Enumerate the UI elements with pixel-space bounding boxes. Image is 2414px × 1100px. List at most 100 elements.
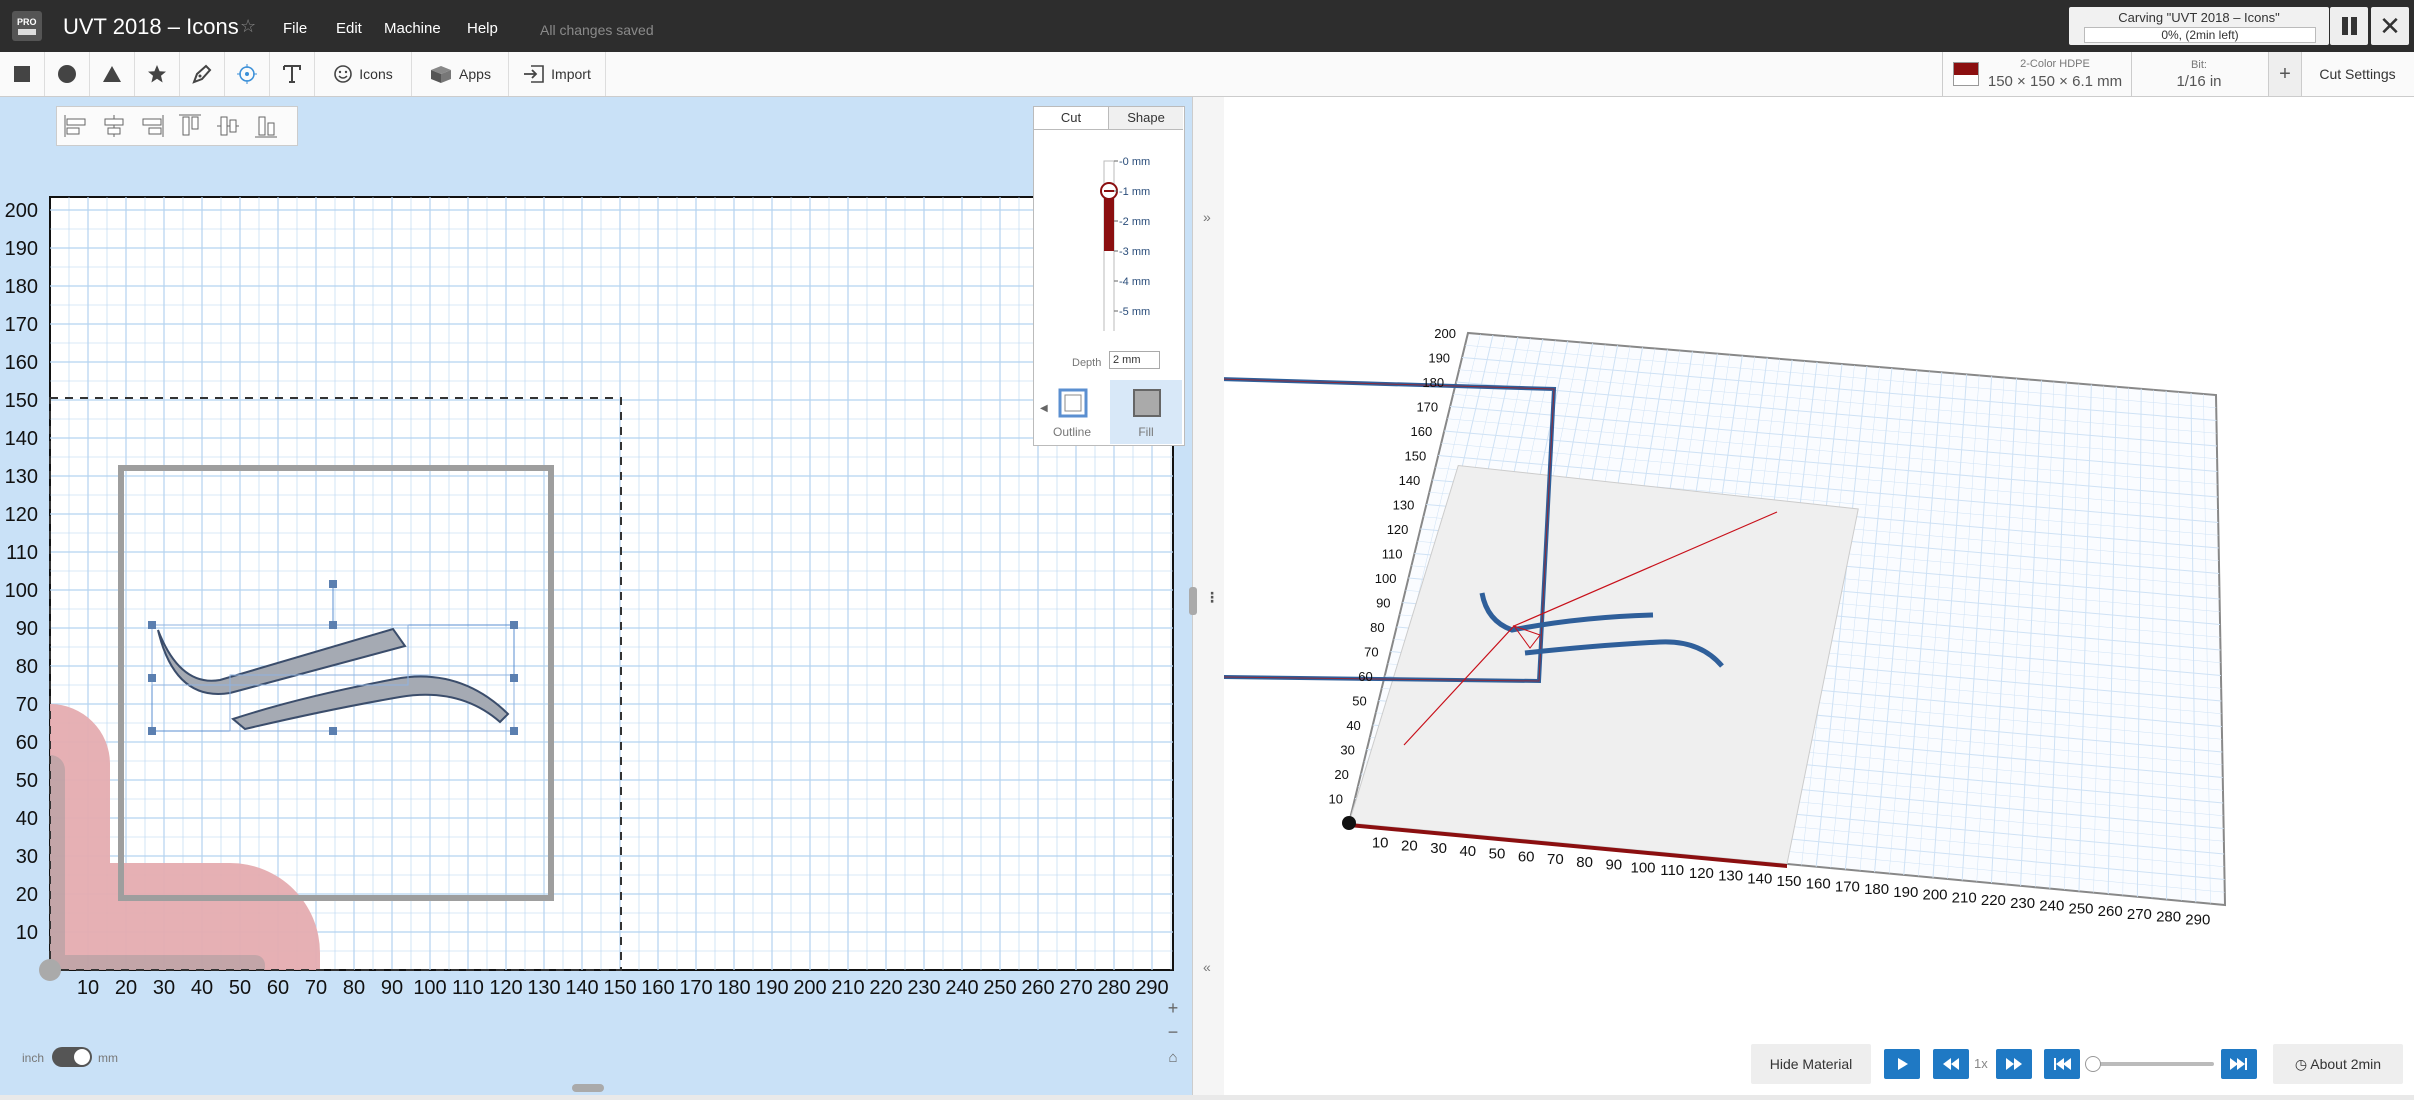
mm-label: mm <box>98 1051 118 1065</box>
skip-start-button[interactable] <box>2044 1049 2080 1079</box>
bit-label: Bit: <box>2131 59 2267 71</box>
canvas-y-tick: 150 <box>5 390 38 412</box>
circle-tool[interactable] <box>45 52 90 96</box>
canvas-x-tick: 150 <box>603 977 636 999</box>
canvas-x-tick: 230 <box>907 977 940 999</box>
menu-machine[interactable]: Machine <box>384 20 441 37</box>
fast-forward-button[interactable] <box>1996 1049 2032 1079</box>
star-tool[interactable] <box>135 52 180 96</box>
canvas-x-tick: 180 <box>717 977 750 999</box>
preview-x-tick: 80 <box>1576 854 1593 871</box>
origin-marker <box>39 959 61 981</box>
depth-input[interactable]: 2 mm <box>1109 351 1160 369</box>
timeline-knob[interactable] <box>2085 1056 2101 1072</box>
skip-start-icon <box>2044 1049 2080 1079</box>
pen-tool[interactable] <box>180 52 225 96</box>
canvas-x-tick: 160 <box>641 977 674 999</box>
cut-panel: Cut Shape -0 mm-1 mm-2 mm-3 mm-4 mm-5 mm… <box>1033 106 1185 446</box>
inch-label: inch <box>22 1051 44 1065</box>
square-tool[interactable] <box>0 52 45 96</box>
canvas-x-tick: 220 <box>869 977 902 999</box>
star-icon[interactable]: ☆ <box>240 16 256 37</box>
play-icon <box>1884 1049 1920 1079</box>
preview-y-tick: 100 <box>1375 571 1397 586</box>
outline-mode-button[interactable]: Outline <box>1036 380 1108 444</box>
horizontal-scrollbar[interactable] <box>572 1084 604 1092</box>
align-center-icon[interactable] <box>99 111 129 141</box>
canvas-y-tick: 40 <box>16 808 38 830</box>
tab-shape[interactable]: Shape <box>1109 107 1183 130</box>
zoom-out-button[interactable]: − <box>1162 1021 1184 1043</box>
fill-mode-button[interactable]: Fill <box>1110 380 1182 444</box>
app-logo[interactable]: PRO <box>12 11 42 41</box>
canvas-y-tick: 190 <box>5 238 38 260</box>
apps-button[interactable]: Apps <box>412 52 509 96</box>
apps-label: Apps <box>459 66 491 82</box>
divider-handle[interactable] <box>1189 587 1197 615</box>
align-bottom-icon[interactable] <box>251 111 281 141</box>
smiley-icon <box>333 64 353 84</box>
fill-icon <box>1132 388 1162 418</box>
fill-label: Fill <box>1110 425 1182 439</box>
expand-left-icon[interactable]: « <box>1203 959 1211 975</box>
preview-x-tick: 290 <box>2185 911 2210 928</box>
align-middle-icon[interactable] <box>213 111 243 141</box>
text-tool[interactable] <box>270 52 315 96</box>
logo-text: PRO <box>17 17 37 27</box>
cut-settings-button[interactable]: Cut Settings <box>2301 52 2414 96</box>
time-estimate-label: About 2min <box>2310 1056 2381 1072</box>
preview-x-tick: 120 <box>1689 865 1714 882</box>
menu-help[interactable]: Help <box>467 20 498 37</box>
depth-slider[interactable]: -0 mm-1 mm-2 mm-3 mm-4 mm-5 mm-6 mm <box>1034 131 1184 331</box>
icons-button[interactable]: Icons <box>315 52 412 96</box>
canvas-y-tick: 110 <box>6 542 38 564</box>
cancel-carve-button[interactable]: ✕ <box>2371 7 2409 45</box>
canvas-x-tick: 70 <box>305 977 327 999</box>
3d-preview[interactable]: 1020304050607080901001101201301401501601… <box>1224 97 2414 1095</box>
unit-switch[interactable] <box>52 1047 92 1067</box>
divider-dots-icon[interactable]: ⋮ <box>1205 589 1219 606</box>
canvas-x-tick: 270 <box>1059 977 1092 999</box>
preview-x-tick: 180 <box>1864 881 1889 898</box>
canvas-board <box>50 197 1173 970</box>
play-button[interactable] <box>1884 1049 1920 1079</box>
preview-x-tick: 170 <box>1835 878 1860 895</box>
home-icon[interactable]: ⌂ <box>1162 1047 1184 1069</box>
align-top-icon[interactable] <box>175 111 205 141</box>
timeline-slider[interactable] <box>2090 1062 2214 1066</box>
import-button[interactable]: Import <box>509 52 606 96</box>
align-left-icon[interactable] <box>61 111 91 141</box>
zoom-in-button[interactable]: + <box>1162 997 1184 1019</box>
canvas-x-tick: 30 <box>153 977 175 999</box>
canvas-x-tick: 250 <box>983 977 1016 999</box>
preview-x-tick: 30 <box>1430 840 1447 857</box>
preview-y-tick: 70 <box>1364 645 1378 660</box>
material-selector[interactable]: 2-Color HDPE 150 × 150 × 6.1 mm <box>1942 52 2132 96</box>
expand-right-icon[interactable]: » <box>1203 209 1211 225</box>
depth-tick: -2 mm <box>1119 216 1150 228</box>
target-tool[interactable] <box>225 52 270 96</box>
time-estimate-button[interactable]: ◷ About 2min <box>2273 1044 2403 1084</box>
bit-selector[interactable]: Bit: 1/16 in <box>2131 52 2267 96</box>
preview-y-tick: 60 <box>1358 669 1372 684</box>
align-right-icon[interactable] <box>137 111 167 141</box>
menu-edit[interactable]: Edit <box>336 20 362 37</box>
skip-end-button[interactable] <box>2221 1049 2257 1079</box>
canvas-y-tick: 120 <box>5 504 38 526</box>
design-canvas[interactable]: 1020304050607080901001101201301401501601… <box>0 97 1192 1095</box>
pen-icon <box>191 63 213 85</box>
tab-cut[interactable]: Cut <box>1034 107 1109 130</box>
canvas-x-tick: 290 <box>1135 977 1168 999</box>
hide-material-button[interactable]: Hide Material <box>1751 1044 1871 1084</box>
preview-x-tick: 210 <box>1952 889 1977 906</box>
pause-button[interactable] <box>2330 7 2368 45</box>
preview-x-tick: 100 <box>1630 859 1655 876</box>
project-title[interactable]: UVT 2018 – Icons <box>63 14 239 40</box>
add-bit-button[interactable]: + <box>2268 52 2302 96</box>
triangle-tool[interactable] <box>90 52 135 96</box>
depth-tick: -1 mm <box>1119 186 1150 198</box>
rewind-button[interactable] <box>1933 1049 1969 1079</box>
clock-icon: ◷ <box>2295 1056 2310 1072</box>
menu-file[interactable]: File <box>283 20 307 37</box>
preview-y-tick: 130 <box>1393 498 1415 513</box>
